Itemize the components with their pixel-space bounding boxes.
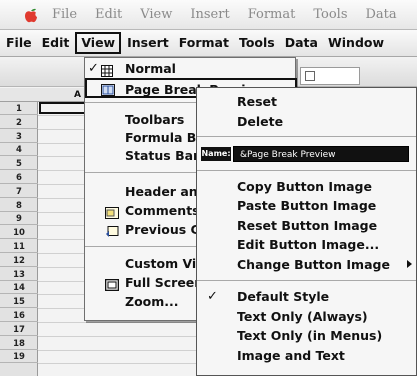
context-item-text-only-always[interactable]: Text Only (Always) — [197, 307, 416, 326]
menu-separator — [197, 136, 416, 137]
context-item-label: Edit Button Image... — [237, 237, 380, 252]
menu-edit[interactable]: Edit — [38, 32, 74, 54]
context-item-label: Copy Button Image — [237, 179, 372, 194]
view-menu-item-label: Normal — [125, 61, 176, 76]
row-header[interactable]: 12 — [0, 256, 38, 267]
name-row: Name: &Page Break Preview — [197, 144, 416, 164]
app-menu-tools[interactable]: Tools — [313, 7, 347, 22]
context-item-paste-button-image[interactable]: Paste Button Image — [197, 196, 416, 215]
menu-file[interactable]: File — [2, 32, 36, 54]
row-header[interactable]: 10 — [0, 228, 38, 240]
row-header[interactable]: 1 — [0, 104, 38, 115]
page-break-icon — [101, 82, 117, 96]
view-menu-item-label: Full Screen — [125, 275, 204, 290]
row-header[interactable]: 11 — [0, 242, 38, 253]
app-menu-format[interactable]: Format — [248, 7, 296, 22]
context-item-label: Reset — [237, 94, 277, 109]
submenu-arrow-icon — [407, 260, 412, 268]
view-menu-item-label: Comments — [125, 203, 200, 218]
context-item-image-and-text[interactable]: Image and Text — [197, 346, 416, 365]
row-header[interactable]: 2 — [0, 118, 38, 129]
view-menu-item-label: Zoom... — [125, 294, 179, 309]
row-header[interactable]: 9 — [0, 214, 38, 226]
context-item-label: Text Only (in Menus) — [237, 328, 383, 343]
menu-format[interactable]: Format — [175, 32, 233, 54]
row-header[interactable]: 16 — [0, 311, 38, 322]
menu-separator — [197, 280, 416, 281]
row-header[interactable]: 18 — [0, 339, 38, 350]
menu-insert[interactable]: Insert — [123, 32, 173, 54]
context-item-delete[interactable]: Delete — [197, 112, 416, 131]
app-menu-file[interactable]: File — [52, 7, 77, 22]
menu-data[interactable]: Data — [281, 32, 322, 54]
context-item-label: Delete — [237, 114, 284, 129]
toolbar-button-icon — [305, 71, 315, 81]
context-item-label: Text Only (Always) — [237, 309, 368, 324]
row-header[interactable]: 15 — [0, 297, 38, 309]
context-item-edit-button-image[interactable]: Edit Button Image... — [197, 235, 416, 254]
row-header[interactable]: 17 — [0, 325, 38, 336]
context-item-change-button-image[interactable]: Change Button Image — [197, 255, 416, 274]
menu-view[interactable]: View — [75, 32, 122, 54]
view-menu-item-label: Status Bar — [125, 148, 200, 163]
context-item-label: Image and Text — [237, 348, 345, 363]
button-context-menu: Reset Delete Name: &Page Break Preview C… — [196, 87, 417, 376]
previous-comments-icon — [105, 224, 121, 237]
row-header[interactable]: 8 — [0, 201, 38, 212]
row-header[interactable]: 7 — [0, 187, 38, 198]
full-screen-icon — [104, 277, 121, 292]
row-header[interactable]: 6 — [0, 173, 38, 184]
context-item-label: Paste Button Image — [237, 198, 377, 213]
context-item-copy-button-image[interactable]: Copy Button Image — [197, 177, 416, 196]
toolbar-control[interactable] — [300, 67, 360, 85]
menu-tools[interactable]: Tools — [235, 32, 279, 54]
normal-view-icon — [101, 63, 113, 77]
row-header-gutter: 1 2 3 4 5 6 7 8 9 10 11 12 13 14 15 16 17 18 19 — [0, 102, 38, 376]
context-item-reset-button-image[interactable]: Reset Button Image — [197, 216, 416, 235]
active-cell[interactable] — [39, 102, 89, 114]
row-header[interactable]: 13 — [0, 270, 38, 281]
app-menu-edit[interactable]: Edit — [95, 7, 122, 22]
column-header-a[interactable]: A — [74, 88, 81, 102]
view-menu-item-normal[interactable]: ✓ Normal — [85, 59, 297, 79]
customize-menubar: File Edit View Insert Format Tools Data … — [0, 30, 417, 57]
checkmark-icon: ✓ — [207, 289, 218, 304]
app-menubar: File Edit View Insert Format Tools Data — [0, 0, 417, 30]
row-header[interactable]: 19 — [0, 352, 38, 364]
view-menu-item-label: Toolbars — [125, 112, 185, 127]
app-menu-insert[interactable]: Insert — [190, 7, 229, 22]
row-header[interactable]: 14 — [0, 283, 38, 295]
context-item-label: Reset Button Image — [237, 218, 378, 233]
context-item-default-style[interactable]: ✓ Default Style — [197, 287, 416, 306]
comments-icon — [105, 205, 121, 219]
context-item-text-only-menus[interactable]: Text Only (in Menus) — [197, 326, 416, 345]
apple-icon[interactable] — [20, 7, 42, 23]
app-menu-data[interactable]: Data — [366, 7, 397, 22]
row-header[interactable]: 5 — [0, 159, 38, 171]
menu-window[interactable]: Window — [324, 32, 388, 54]
app-menu-view[interactable]: View — [140, 7, 172, 22]
context-item-label: Default Style — [237, 289, 330, 304]
context-item-reset[interactable]: Reset — [197, 92, 416, 111]
name-input[interactable]: &Page Break Preview — [233, 146, 409, 162]
menu-separator — [197, 170, 416, 171]
name-label: Name: — [201, 147, 231, 161]
row-header[interactable]: 4 — [0, 145, 38, 157]
row-header[interactable]: 3 — [0, 132, 38, 143]
context-item-label: Change Button Image — [237, 257, 390, 272]
